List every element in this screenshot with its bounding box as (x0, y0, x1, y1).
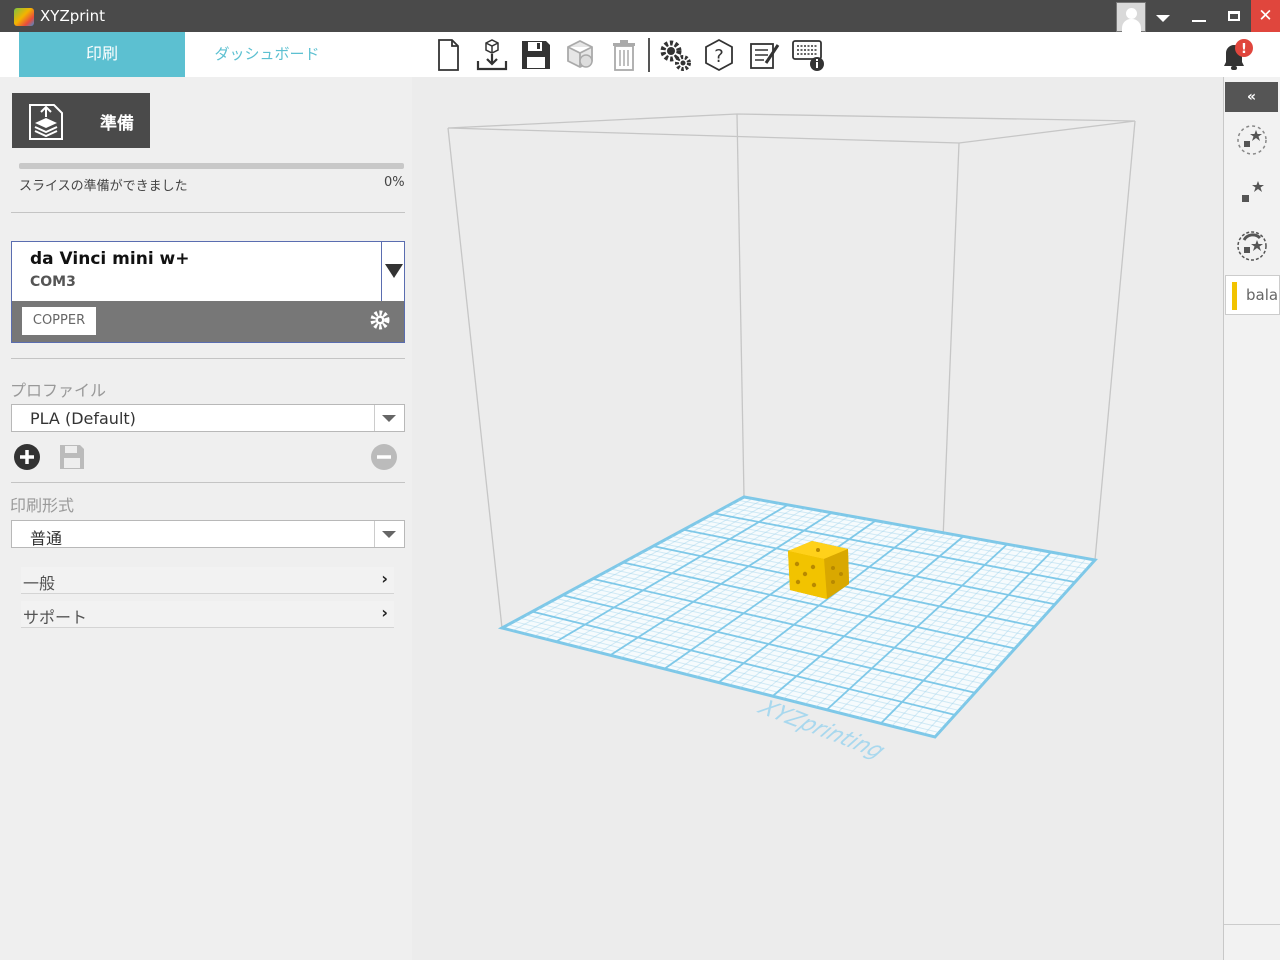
add-profile-icon[interactable] (13, 443, 41, 471)
import-icon[interactable] (474, 37, 510, 73)
model-info-icon[interactable] (562, 37, 598, 73)
material-badge: COPPER (22, 307, 96, 335)
auto-orient-icon[interactable] (1234, 228, 1270, 264)
balance-indicator (1232, 282, 1237, 310)
printer-dropdown-arrow-icon[interactable] (381, 242, 405, 301)
divider (1224, 924, 1280, 925)
remove-profile-icon[interactable] (370, 443, 398, 471)
account-dropdown-icon[interactable] (1156, 15, 1170, 22)
close-button[interactable]: ✕ (1251, 0, 1280, 32)
settings-icon[interactable] (657, 37, 693, 73)
maximize-button[interactable] (1228, 11, 1240, 21)
window-title: XYZprint (40, 7, 105, 25)
slice-progress-percent: 0% (384, 175, 405, 190)
auto-arrange-icon[interactable] (1234, 175, 1270, 211)
notification-bell-icon[interactable]: ! (1218, 38, 1258, 74)
notification-badge: ! (1241, 42, 1247, 57)
printer-settings-gear-icon[interactable] (369, 309, 391, 331)
new-file-icon[interactable] (430, 37, 466, 73)
chevron-right-icon: › (381, 569, 388, 588)
profile-select[interactable]: PLA (Default) (11, 404, 405, 432)
svg-text:?: ? (714, 46, 724, 67)
print-mode-label: 印刷形式 (10, 496, 75, 515)
slice-status-text: スライスの準備ができました (19, 179, 188, 194)
save-profile-icon[interactable] (58, 443, 86, 471)
profile-label: プロファイル (10, 381, 107, 400)
save-icon[interactable] (518, 37, 554, 73)
print-mode-select[interactable]: 普通 (11, 520, 405, 548)
printer-name: da Vinci mini w+ (30, 249, 190, 269)
tab-print[interactable]: 印刷 (19, 32, 185, 77)
divider (11, 358, 405, 359)
tab-dashboard[interactable]: ダッシュボード (185, 32, 349, 77)
printer-port: COM3 (30, 274, 76, 290)
keyboard-info-icon[interactable] (790, 37, 826, 73)
divider (11, 482, 405, 483)
toolbar-separator (648, 38, 650, 72)
app-logo-icon (14, 8, 34, 26)
3d-viewport[interactable]: XYZprinting (412, 77, 1223, 960)
balance-tab[interactable]: bala (1225, 275, 1280, 315)
notes-icon[interactable] (746, 37, 782, 73)
profile-selected: PLA (Default) (30, 409, 136, 428)
slice-progress-bar (19, 163, 404, 169)
trash-icon[interactable] (606, 37, 642, 73)
left-panel (0, 77, 412, 960)
collapse-panel-button[interactable]: « (1225, 82, 1278, 112)
divider (11, 212, 405, 213)
auto-place-icon[interactable] (1234, 122, 1270, 158)
user-account-icon[interactable] (1116, 2, 1146, 32)
printer-selector[interactable]: da Vinci mini w+ COM3 COPPER (11, 241, 405, 343)
print-mode-selected: 普通 (30, 529, 63, 548)
prepare-button[interactable]: 準備 (12, 93, 150, 148)
section-support-label: サポート (23, 608, 88, 627)
printer-material-bar: COPPER (12, 301, 404, 342)
chevron-down-icon (374, 405, 404, 431)
section-support[interactable]: サポート › (21, 601, 394, 628)
section-general[interactable]: 一般 › (21, 567, 394, 594)
section-general-label: 一般 (23, 574, 56, 593)
slice-layers-icon (28, 101, 64, 141)
print-bed (497, 495, 1098, 739)
minimize-button[interactable] (1192, 20, 1206, 22)
prepare-button-label: 準備 (100, 114, 134, 134)
title-bar (0, 0, 1280, 32)
help-icon[interactable]: ? (701, 37, 737, 73)
balance-tab-label: bala (1246, 286, 1279, 304)
chevron-down-icon (374, 521, 404, 547)
chevron-right-icon: › (381, 603, 388, 622)
